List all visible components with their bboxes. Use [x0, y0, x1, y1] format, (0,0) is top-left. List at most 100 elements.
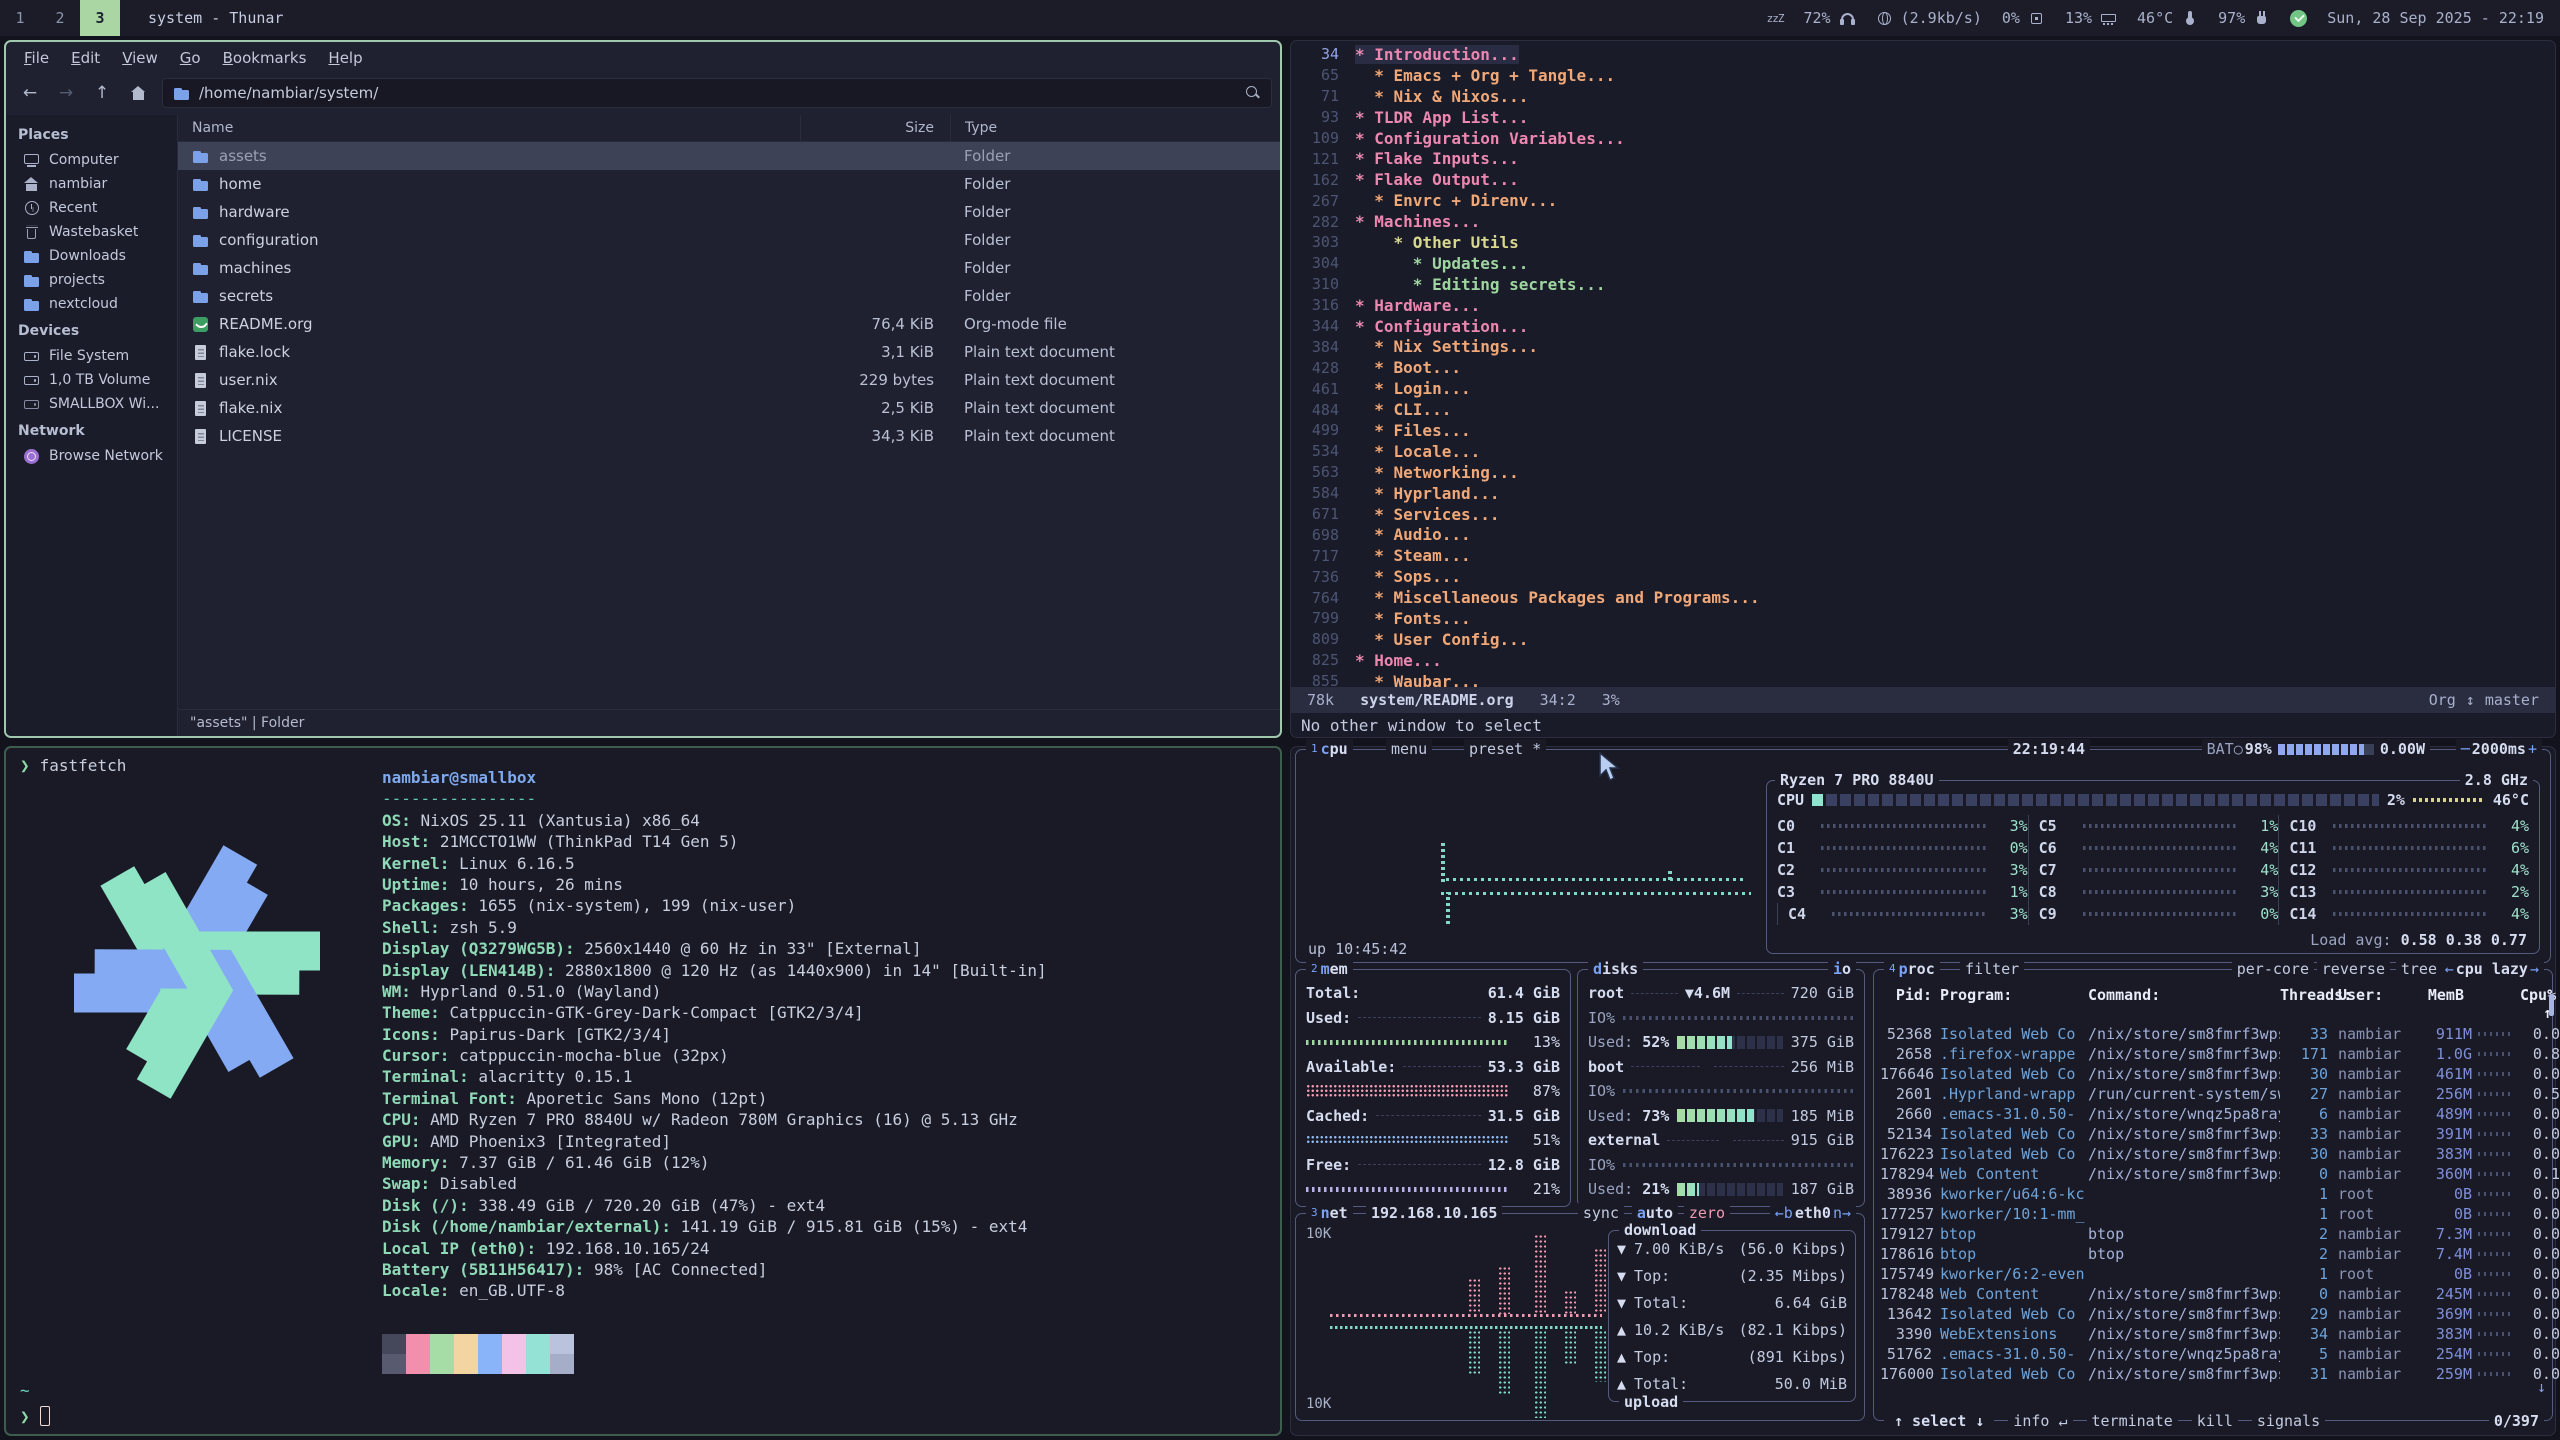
menu-item[interactable]: Go: [170, 45, 211, 71]
table-row[interactable]: machines Folder: [178, 254, 1280, 282]
org-heading-line[interactable]: 304 * Updates...: [1291, 253, 2555, 274]
process-row[interactable]: 38936 kworker/u64:6-kc 1 root 0B 0.0: [1880, 1184, 2546, 1204]
info-action[interactable]: info ↵: [2008, 1411, 2072, 1431]
up-button[interactable]: ↑: [86, 78, 118, 108]
menu-item[interactable]: Edit: [61, 45, 110, 71]
table-row[interactable]: LICENSE 34,3 KiB Plain text document: [178, 422, 1280, 450]
org-heading-line[interactable]: 461 * Login...: [1291, 378, 2555, 399]
disks-box-title[interactable]: disks: [1588, 959, 1643, 979]
org-heading-line[interactable]: 534 * Locale...: [1291, 441, 2555, 462]
process-row[interactable]: 176223 Isolated Web Co /nix/store/sm8fmr…: [1880, 1144, 2546, 1164]
update-interval[interactable]: ─ 2000ms +: [2456, 739, 2542, 759]
menu-item[interactable]: Bookmarks: [213, 45, 317, 71]
process-row[interactable]: 13642 Isolated Web Co /nix/store/sm8fmrf…: [1880, 1304, 2546, 1324]
org-heading-line[interactable]: 384 * Nix Settings...: [1291, 336, 2555, 357]
table-row[interactable]: home Folder: [178, 170, 1280, 198]
sidebar-item[interactable]: projects: [6, 268, 177, 292]
process-row[interactable]: 175749 kworker/6:2-even 1 root 0B 0.0: [1880, 1264, 2546, 1284]
org-heading-line[interactable]: 267 * Envrc + Direnv...: [1291, 190, 2555, 211]
org-heading-line[interactable]: 671 * Services...: [1291, 504, 2555, 525]
table-row[interactable]: flake.nix 2,5 KiB Plain text document: [178, 394, 1280, 422]
sidebar-item[interactable]: 1,0 TB Volume: [6, 368, 177, 392]
org-heading-line[interactable]: 809 * User Config...: [1291, 629, 2555, 650]
shell-prompt[interactable]: ❯: [20, 1406, 50, 1426]
table-row[interactable]: flake.lock 3,1 KiB Plain text document: [178, 338, 1280, 366]
workspace-button[interactable]: 3: [80, 0, 120, 36]
temperature-module[interactable]: 46°C: [2137, 9, 2198, 27]
org-heading-line[interactable]: 71 * Nix & Nixos...: [1291, 86, 2555, 107]
memory-module[interactable]: 13%: [2065, 9, 2117, 27]
sidebar-item[interactable]: nambiar: [6, 172, 177, 196]
emacs-buffer[interactable]: 34* Introduction... 65 * Emacs + Org + T…: [1291, 41, 2555, 687]
menu-item[interactable]: View: [112, 45, 168, 71]
workspace-button[interactable]: 2: [40, 0, 80, 36]
org-heading-line[interactable]: 303 * Other Utils: [1291, 232, 2555, 253]
org-heading-line[interactable]: 109* Configuration Variables...: [1291, 128, 2555, 149]
menu-button[interactable]: menu: [1386, 739, 1432, 759]
table-row[interactable]: user.nix 229 bytes Plain text document: [178, 366, 1280, 394]
sidebar-item[interactable]: nextcloud: [6, 292, 177, 316]
org-heading-line[interactable]: 282* Machines...: [1291, 211, 2555, 232]
table-row[interactable]: hardware Folder: [178, 198, 1280, 226]
sidebar-item[interactable]: Computer: [6, 148, 177, 172]
battery-module[interactable]: 97%: [2218, 9, 2270, 27]
org-heading-line[interactable]: 34* Introduction...: [1291, 44, 2555, 65]
volume-module[interactable]: 72%: [1804, 9, 1856, 27]
column-size[interactable]: Size: [800, 115, 950, 141]
process-row[interactable]: 179127 btop btop 2 nambiar 7.3M 0.0: [1880, 1224, 2546, 1244]
home-button[interactable]: [122, 78, 154, 108]
org-heading-line[interactable]: 162* Flake Output...: [1291, 169, 2555, 190]
org-heading-line[interactable]: 121* Flake Inputs...: [1291, 148, 2555, 169]
process-row[interactable]: 176000 Isolated Web Co /nix/store/sm8fmr…: [1880, 1364, 2546, 1384]
org-heading-line[interactable]: 484 * CLI...: [1291, 399, 2555, 420]
kill-action[interactable]: kill: [2192, 1411, 2238, 1431]
terminal-window[interactable]: ❯ fastfetch nambiar@smallbox -----------…: [4, 746, 1282, 1436]
forward-button[interactable]: →: [50, 78, 82, 108]
org-heading-line[interactable]: 93* TLDR App List...: [1291, 107, 2555, 128]
sidebar-item[interactable]: Downloads: [6, 244, 177, 268]
proc-scrollbar[interactable]: [2549, 994, 2554, 1016]
search-icon[interactable]: [1245, 85, 1261, 101]
process-row[interactable]: 178248 Web Content /nix/store/sm8fmrf3wp…: [1880, 1284, 2546, 1304]
org-heading-line[interactable]: 855 * Waubar...: [1291, 671, 2555, 687]
process-row[interactable]: 52134 Isolated Web Co /nix/store/sm8fmrf…: [1880, 1124, 2546, 1144]
sidebar-item[interactable]: SMALLBOX Wi...: [6, 392, 177, 416]
sort-selector[interactable]: ← cpu lazy →: [2440, 959, 2544, 979]
net-interface-switcher[interactable]: ←b eth0 n→: [1770, 1203, 1856, 1223]
cpu-module[interactable]: 0%: [2002, 9, 2045, 27]
process-row[interactable]: 2658 .firefox-wrappe /nix/store/sm8fmrf3…: [1880, 1044, 2546, 1064]
org-heading-line[interactable]: 563 * Networking...: [1291, 462, 2555, 483]
idle-inhibitor[interactable]: zzZ: [1767, 12, 1784, 25]
org-heading-line[interactable]: 65 * Emacs + Org + Tangle...: [1291, 65, 2555, 86]
menu-item[interactable]: Help: [318, 45, 372, 71]
sidebar-item[interactable]: Recent: [6, 196, 177, 220]
reverse-toggle[interactable]: reverse: [2317, 959, 2390, 979]
workspace-button[interactable]: 1: [0, 0, 40, 36]
table-row[interactable]: assets Folder: [178, 142, 1280, 170]
process-row[interactable]: 176646 Isolated Web Co /nix/store/sm8fmr…: [1880, 1064, 2546, 1084]
process-row[interactable]: 52368 Isolated Web Co /nix/store/sm8fmrf…: [1880, 1024, 2546, 1044]
process-row[interactable]: 2660 .emacs-31.0.50- /nix/store/wnqz5pa8…: [1880, 1104, 2546, 1124]
org-heading-line[interactable]: 310 * Editing secrets...: [1291, 274, 2555, 295]
select-action[interactable]: ↑ select ↓: [1884, 1411, 1994, 1431]
signals-action[interactable]: signals: [2252, 1411, 2325, 1431]
process-row[interactable]: 177257 kworker/10:1-mm_ 1 root 0B 0.0: [1880, 1204, 2546, 1224]
tree-toggle[interactable]: tree: [2396, 959, 2442, 979]
menu-item[interactable]: File: [14, 45, 59, 71]
major-mode[interactable]: Org: [2429, 691, 2456, 709]
process-row[interactable]: 178616 btop btop 2 nambiar 7.4M 0.0: [1880, 1244, 2546, 1264]
path-bar[interactable]: /home/nambiar/system/: [162, 78, 1272, 108]
org-heading-line[interactable]: 698 * Audio...: [1291, 524, 2555, 545]
table-row[interactable]: secrets Folder: [178, 282, 1280, 310]
column-name[interactable]: Name: [178, 120, 800, 136]
org-heading-line[interactable]: 799 * Fonts...: [1291, 608, 2555, 629]
process-row[interactable]: 178294 Web Content /nix/store/sm8fmrf3wp…: [1880, 1164, 2546, 1184]
filter-button[interactable]: filter: [1960, 959, 2024, 979]
org-heading-line[interactable]: 499 * Files...: [1291, 420, 2555, 441]
org-heading-line[interactable]: 584 * Hyprland...: [1291, 483, 2555, 504]
io-toggle[interactable]: io: [1828, 959, 1856, 979]
terminate-action[interactable]: terminate: [2087, 1411, 2178, 1431]
org-heading-line[interactable]: 764 * Miscellaneous Packages and Program…: [1291, 587, 2555, 608]
proc-box-title[interactable]: 4proc: [1884, 959, 1940, 979]
org-heading-line[interactable]: 344* Configuration...: [1291, 316, 2555, 337]
